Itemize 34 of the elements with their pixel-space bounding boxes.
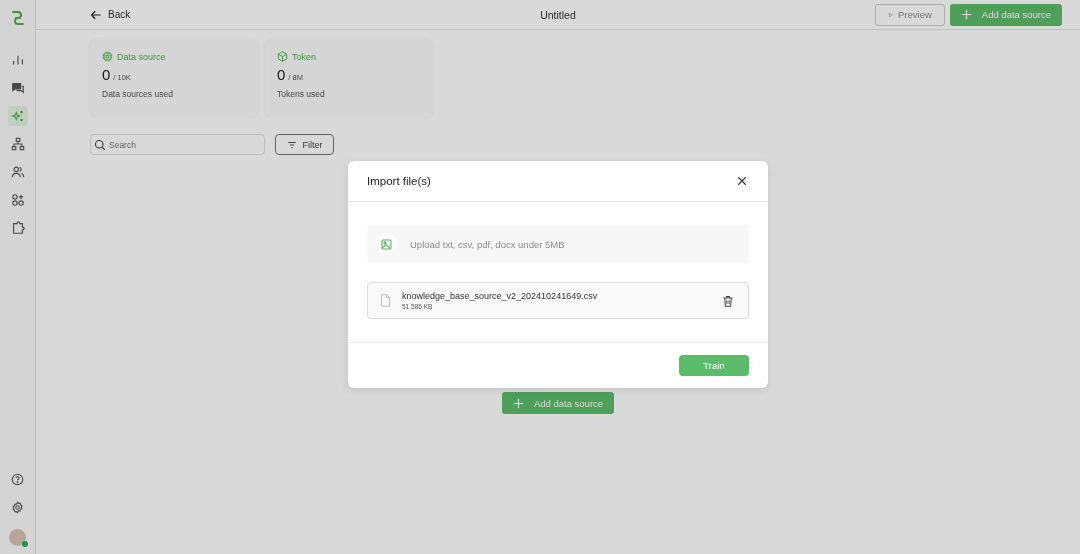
- chip-icon: [102, 51, 113, 62]
- help-icon[interactable]: [11, 473, 24, 486]
- upload-hint: Upload txt, csv, pdf, docx under 5MB: [410, 238, 565, 250]
- add-data-source-button[interactable]: Add data source: [501, 392, 615, 414]
- logo-icon: [9, 10, 26, 26]
- stat-caption: Tokens used: [277, 89, 326, 99]
- file-icon: [379, 293, 392, 308]
- stat-label: Data source: [117, 51, 166, 62]
- filter-icon: [286, 139, 297, 150]
- search-field[interactable]: Search: [90, 134, 265, 155]
- preview-button[interactable]: Preview: [874, 3, 945, 26]
- search-icon: [94, 138, 106, 151]
- delete-icon[interactable]: [722, 294, 734, 307]
- back-arrow-icon: [90, 8, 102, 21]
- train-button[interactable]: Train: [679, 355, 749, 376]
- dialog-title: Import file(s): [367, 175, 431, 187]
- page-title: Untitled: [540, 8, 576, 21]
- upload-dropzone[interactable]: Upload txt, csv, pdf, docx under 5MB: [367, 225, 749, 263]
- plus-icon: [960, 9, 972, 20]
- image-icon: [375, 233, 397, 255]
- plus-icon: [512, 397, 524, 409]
- cube-icon: [277, 51, 288, 62]
- file-name: knowledge_base_source_v2_202410241649.csv: [402, 291, 599, 301]
- close-button[interactable]: [735, 174, 749, 188]
- play-icon: [887, 9, 893, 20]
- filter-button[interactable]: Filter: [275, 134, 334, 155]
- avatar[interactable]: [9, 529, 26, 546]
- stat-caption: Data sources used: [102, 89, 174, 99]
- stat-label: Token: [292, 51, 317, 62]
- stat-value: 0: [277, 66, 286, 83]
- settings-icon[interactable]: [11, 501, 24, 514]
- back-button[interactable]: Back: [90, 8, 131, 21]
- add-data-source-button[interactable]: Add data source: [949, 3, 1062, 26]
- stat-value: 0: [102, 66, 111, 83]
